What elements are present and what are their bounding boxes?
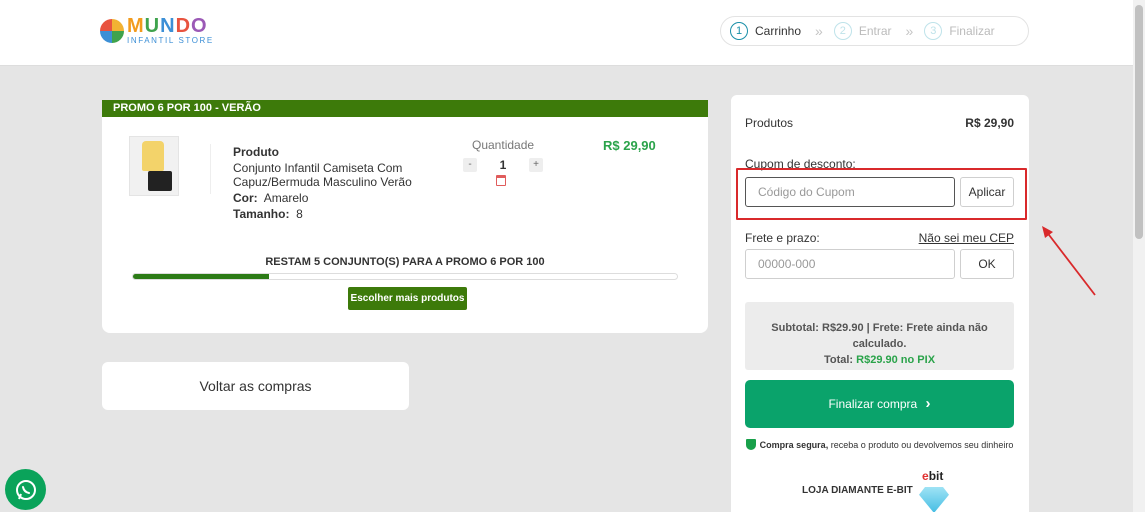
product-heading: Produto <box>233 145 279 159</box>
product-name-line-2[interactable]: Capuz/Bermuda Masculino Verão <box>233 175 412 189</box>
promo-title: PROMO 6 POR 100 - VERÃO <box>102 100 708 117</box>
step-label: Finalizar <box>949 24 995 38</box>
diamond-icon <box>919 487 949 512</box>
secure-purchase-note: Compra segura, receba o produto ou devol… <box>745 439 1014 450</box>
products-row: Produtos R$ 29,90 <box>745 116 1014 130</box>
store-logo[interactable]: MUNDO INFANTIL STORE <box>100 16 214 45</box>
shipping-row: Frete e prazo: Não sei meu CEP <box>745 231 1014 245</box>
totals-box: Subtotal: R$29.90 | Frete: Frete ainda n… <box>745 302 1014 370</box>
step-login: 2 Entrar <box>833 22 892 40</box>
annotation-arrow-icon <box>1042 226 1096 296</box>
shorts-shape <box>148 171 172 191</box>
chevron-right-icon: › <box>925 395 931 412</box>
unknown-cep-link[interactable]: Não sei meu CEP <box>919 231 1014 245</box>
cep-input[interactable]: 00000-000 <box>745 249 955 279</box>
scrollbar-thumb[interactable] <box>1135 5 1143 239</box>
ebit-logo: ebit <box>922 469 944 483</box>
whatsapp-button[interactable] <box>5 469 46 510</box>
step-number: 3 <box>924 22 943 40</box>
shirt-shape <box>142 141 164 171</box>
choose-more-products-button[interactable]: Escolher mais produtos <box>348 287 467 310</box>
product-color: Cor: Amarelo <box>233 191 309 205</box>
step-finish: 3 Finalizar <box>924 22 995 40</box>
item-price: R$ 29,90 <box>603 138 656 153</box>
order-summary: Produtos R$ 29,90 Cupom de desconto: Cód… <box>731 95 1029 512</box>
step-separator-icon: » <box>815 23 823 39</box>
step-label: Entrar <box>858 24 892 38</box>
diamond-store-label: LOJA DIAMANTE E-BIT <box>802 485 913 496</box>
step-number: 2 <box>833 22 852 40</box>
step-separator-icon: » <box>905 23 914 39</box>
step-label: Carrinho <box>755 24 802 38</box>
shield-icon <box>745 439 756 450</box>
checkout-button[interactable]: Finalizar compra › <box>745 380 1014 428</box>
subtotal-line: Subtotal: R$29.90 | Frete: Frete ainda n… <box>771 322 988 350</box>
quantity-decrease-button[interactable]: - <box>463 158 477 172</box>
promo-remaining-text: RESTAM 5 CONJUNTO(S) PARA A PROMO 6 POR … <box>265 256 545 268</box>
product-image[interactable] <box>129 136 179 196</box>
step-number: 1 <box>730 22 748 40</box>
step-cart: 1 Carrinho <box>730 22 801 40</box>
page-scrollbar[interactable] <box>1133 0 1145 512</box>
checkout-label: Finalizar compra <box>828 397 918 411</box>
globe-logo-icon <box>100 18 124 43</box>
promo-progress-fill <box>133 274 269 279</box>
whatsapp-icon <box>15 479 36 500</box>
logo-wordmark: MUNDO <box>127 15 208 37</box>
apply-coupon-button[interactable]: Aplicar <box>960 177 1014 207</box>
trash-icon[interactable] <box>496 175 506 186</box>
products-value: R$ 29,90 <box>965 116 1014 130</box>
quantity-value: 1 <box>499 158 507 172</box>
cart-item-card: PROMO 6 POR 100 - VERÃO Produto Conjunto… <box>102 100 708 333</box>
shipping-label: Frete e prazo: <box>745 231 820 245</box>
products-label: Produtos <box>745 116 794 130</box>
quantity-stepper: - 1 + <box>463 158 543 172</box>
logo-subtitle: INFANTIL STORE <box>127 36 214 45</box>
coupon-input[interactable]: Código do Cupom <box>745 177 955 207</box>
back-to-shopping-button[interactable]: Voltar as compras <box>102 362 409 410</box>
total-line: Total: R$29.90 no PIX <box>823 354 936 366</box>
promo-progress-bar <box>132 273 678 280</box>
quantity-label: Quantidade <box>472 138 535 152</box>
product-info: Produto Conjunto Infantil Camiseta Com C… <box>233 145 412 221</box>
quantity-increase-button[interactable]: + <box>529 158 543 172</box>
checkout-steps: 1 Carrinho » 2 Entrar » 3 Finalizar <box>720 16 1029 46</box>
total-value: R$29.90 no PIX <box>856 354 936 366</box>
product-name-line-1[interactable]: Conjunto Infantil Camiseta Com <box>233 161 412 175</box>
cep-ok-button[interactable]: OK <box>960 249 1014 279</box>
divider <box>210 144 211 194</box>
product-size: Tamanho: 8 <box>233 207 303 221</box>
header: MUNDO INFANTIL STORE 1 Carrinho » 2 Entr… <box>0 0 1133 66</box>
